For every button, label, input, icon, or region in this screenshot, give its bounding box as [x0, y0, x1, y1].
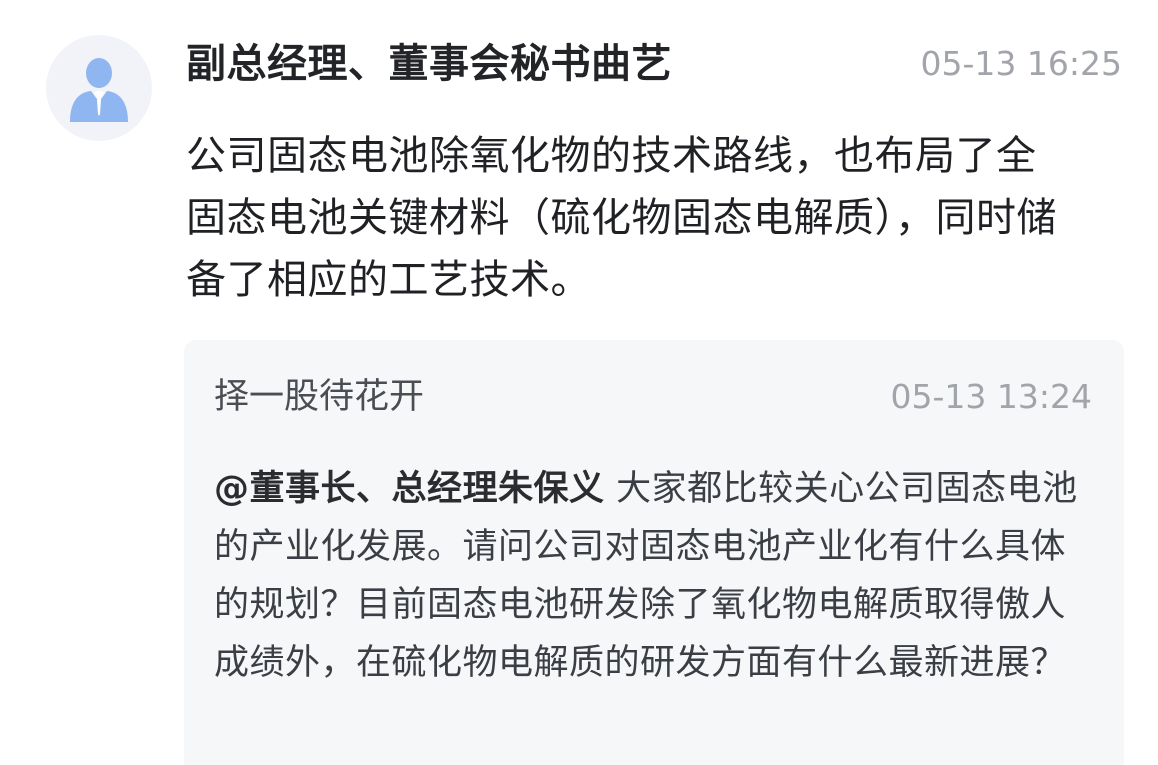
mention-link[interactable]: @董事长、总经理朱保义 — [214, 469, 605, 509]
user-avatar-icon — [70, 58, 128, 122]
question-time: 05-13 13:24 — [890, 377, 1092, 416]
qa-card: 副总经理、董事会秘书曲艺 05-13 16:25 公司固态电池除氧化物的技术路线… — [0, 0, 1158, 765]
avatar[interactable] — [46, 35, 152, 141]
answer-author[interactable]: 副总经理、董事会秘书曲艺 — [186, 36, 672, 92]
answer-text: 公司固态电池除氧化物的技术路线，也布局了全固态电池关键材料（硫化物固态电解质），… — [186, 133, 1057, 303]
question-author[interactable]: 择一股待花开 — [214, 372, 424, 422]
quoted-question[interactable]: 择一股待花开 05-13 13:24 @董事长、总经理朱保义 大家都比较关心公司… — [184, 340, 1124, 765]
question-body: @董事长、总经理朱保义 大家都比较关心公司固态电池的产业化发展。请问公司对固态电… — [214, 460, 1094, 692]
answer-time: 05-13 16:25 — [920, 44, 1122, 83]
